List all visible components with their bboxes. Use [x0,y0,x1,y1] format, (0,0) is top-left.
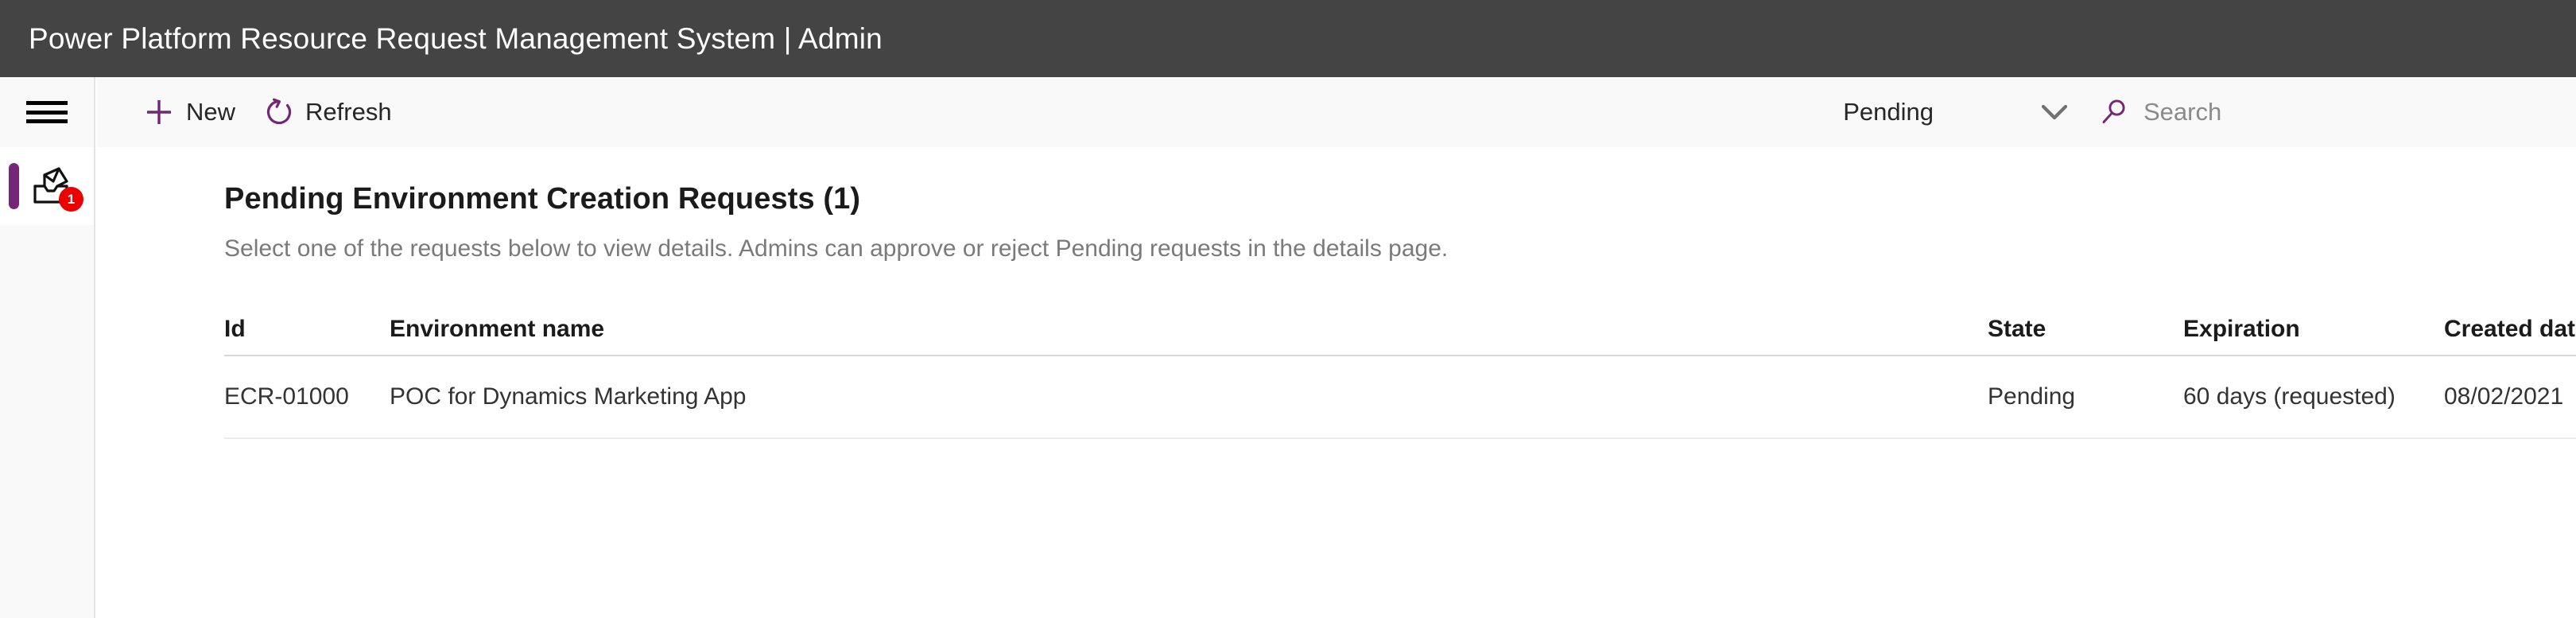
inbox-tray-icon: 1 [29,164,83,212]
app-root: Power Platform Resource Request Manageme… [0,0,2576,618]
new-button-label: New [186,98,236,126]
command-bar-right: Pending Search [1843,97,2576,127]
column-header-expiration: Expiration [2183,316,2300,342]
command-bar: New Refresh Pending Search [97,77,2576,147]
hamburger-menu-icon [26,101,68,123]
page-title: Pending Environment Creation Requests (1… [224,182,861,216]
command-bar-actions: New Refresh [97,90,409,134]
refresh-icon [264,97,294,127]
chevron-down-icon[interactable] [2037,100,2072,124]
left-navigation-rail: 1 [0,77,95,618]
column-header-created-date: Created date [2444,316,2576,342]
search-placeholder-text: Search [2143,98,2222,126]
refresh-button-label: Refresh [305,98,392,126]
rail-filler [0,225,94,618]
cell-state: Pending [1988,383,2076,410]
cell-created-date: 08/02/2021 [2444,383,2564,410]
search-icon [2099,97,2129,127]
new-button[interactable]: New [132,90,253,134]
table-row[interactable]: ECR-01000 POC for Dynamics Marketing App… [224,356,2576,439]
app-header: Power Platform Resource Request Manageme… [0,0,2576,77]
main-content: Pending Environment Creation Requests (1… [97,147,2576,618]
search-input[interactable]: Search [2099,97,2544,127]
cell-environment-name: POC for Dynamics Marketing App [390,383,747,410]
cell-expiration: 60 days (requested) [2183,383,2396,410]
column-header-environment-name: Environment name [390,316,605,342]
active-indicator-bar [9,163,19,209]
state-filter-value: Pending [1843,98,1934,126]
requests-table: Id Environment name State Expiration Cre… [224,304,2576,439]
plus-icon [143,96,175,128]
page-subtitle: Select one of the requests below to view… [224,235,1449,262]
sidebar-item-requests[interactable]: 1 [0,147,94,225]
notification-badge: 1 [59,187,83,212]
refresh-button[interactable]: Refresh [253,91,409,134]
page-title-header: Power Platform Resource Request Manageme… [29,21,883,55]
column-header-state: State [1988,316,2046,342]
state-filter-dropdown[interactable]: Pending [1843,98,2072,126]
hamburger-menu-button[interactable] [0,77,94,147]
table-header-row: Id Environment name State Expiration Cre… [224,304,2576,356]
column-header-id: Id [224,316,246,342]
cell-id: ECR-01000 [224,383,349,410]
